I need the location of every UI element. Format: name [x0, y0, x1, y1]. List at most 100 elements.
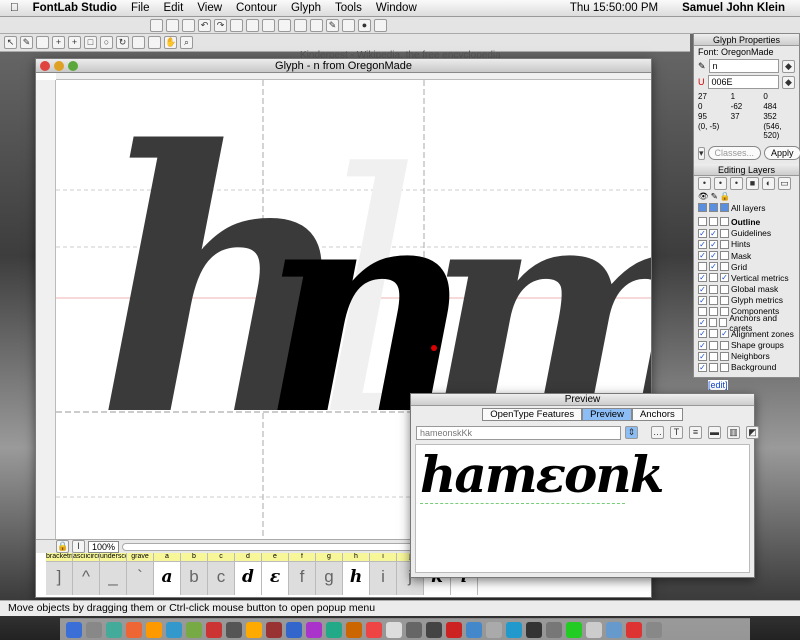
close-icon[interactable]: [40, 61, 50, 71]
arrow-tool-icon[interactable]: ↖: [4, 36, 17, 49]
clock[interactable]: Thu 15:50:00 PM: [563, 2, 665, 14]
layer-checkbox[interactable]: [709, 217, 718, 227]
layer-checkbox[interactable]: [709, 351, 718, 361]
glyph-window-titlebar[interactable]: Glyph - n from OregonMade: [36, 59, 651, 73]
layer-checkbox[interactable]: ✓: [709, 228, 718, 238]
glyph-cell[interactable]: bracketright]: [46, 553, 73, 595]
eraser-tool-icon[interactable]: [36, 36, 49, 49]
menu-tools[interactable]: Tools: [328, 2, 369, 14]
open-icon[interactable]: [166, 18, 179, 32]
columns-icon[interactable]: ▥: [727, 426, 740, 439]
glyph-cell[interactable]: eε: [262, 553, 289, 595]
layer-tool-icon[interactable]: •: [730, 177, 743, 190]
all-edit-toggle[interactable]: [709, 203, 718, 213]
layer-checkbox[interactable]: ✓: [720, 273, 729, 283]
menu-contour[interactable]: Contour: [229, 2, 284, 14]
layer-checkbox[interactable]: ✓: [698, 295, 707, 305]
layer-checkbox[interactable]: ✓: [698, 284, 707, 294]
dock-app-icon[interactable]: [66, 621, 82, 638]
layer-checkbox[interactable]: ✓: [698, 273, 707, 283]
dropdown-icon[interactable]: ▾: [698, 146, 705, 160]
layer-checkbox[interactable]: [720, 239, 729, 249]
circle-icon[interactable]: ●: [358, 18, 371, 32]
list-icon[interactable]: ≡: [689, 426, 702, 439]
tab-opentype-features[interactable]: OpenType Features: [482, 408, 583, 421]
node-tool-icon[interactable]: +: [52, 36, 65, 49]
dock-app-icon[interactable]: [546, 621, 562, 638]
layer-checkbox[interactable]: [709, 362, 718, 372]
dock-app-icon[interactable]: [586, 621, 602, 638]
apple-icon[interactable]: : [0, 2, 26, 14]
layer-checkbox[interactable]: [698, 217, 707, 227]
glyph-cell[interactable]: underscore_: [100, 553, 127, 595]
layer-checkbox[interactable]: [709, 306, 718, 316]
dock-app-icon[interactable]: [206, 621, 222, 638]
user-menu[interactable]: Samuel John Klein: [675, 2, 792, 14]
glyph-cell[interactable]: hh: [343, 553, 370, 595]
layer-fill-icon[interactable]: ■: [746, 177, 759, 190]
layer-checkbox[interactable]: [720, 217, 729, 227]
apply-unicode-icon[interactable]: ◆: [782, 75, 795, 89]
metrics-icon[interactable]: ▬: [708, 426, 721, 439]
glyph-name-input[interactable]: n: [708, 59, 779, 73]
dock-app-icon[interactable]: [646, 621, 662, 638]
pen-icon[interactable]: ✎: [326, 18, 339, 32]
layer-checkbox[interactable]: [708, 318, 717, 328]
layer-checkbox[interactable]: [709, 284, 718, 294]
dock-app-icon[interactable]: [146, 621, 162, 638]
glyph-cell[interactable]: bb: [181, 553, 208, 595]
layer-tool-icon[interactable]: •: [714, 177, 727, 190]
layer-checkbox[interactable]: [720, 284, 729, 294]
ellipse-tool-icon[interactable]: ○: [100, 36, 113, 49]
edit-link[interactable]: [edit]: [708, 380, 728, 390]
dock-app-icon[interactable]: [166, 621, 182, 638]
view-icon[interactable]: [262, 18, 275, 32]
ruler-vertical[interactable]: [36, 80, 56, 539]
apply-name-icon[interactable]: ◆: [782, 59, 795, 73]
glyph-cell[interactable]: dd: [235, 553, 262, 595]
layer-checkbox[interactable]: ✓: [709, 251, 718, 261]
node-tool-icon[interactable]: +: [68, 36, 81, 49]
glyph-cell[interactable]: asciicircum^: [73, 553, 100, 595]
knife-icon[interactable]: [342, 18, 355, 32]
zoom-select[interactable]: 100%: [88, 540, 120, 553]
layer-checkbox[interactable]: ✓: [709, 262, 718, 272]
invert-icon[interactable]: ◩: [746, 426, 759, 439]
layer-checkbox[interactable]: ✓: [698, 340, 707, 350]
layer-checkbox[interactable]: ✓: [698, 362, 707, 372]
glyph-cell[interactable]: ff: [289, 553, 316, 595]
dock-app-icon[interactable]: [406, 621, 422, 638]
view-icon[interactable]: [294, 18, 307, 32]
dock-app-icon[interactable]: [346, 621, 362, 638]
redo-icon[interactable]: ↷: [214, 18, 227, 32]
view-icon[interactable]: [230, 18, 243, 32]
tab-preview[interactable]: Preview: [582, 408, 632, 421]
layer-checkbox[interactable]: ✓: [698, 351, 707, 361]
dock-app-icon[interactable]: [286, 621, 302, 638]
new-icon[interactable]: [150, 18, 163, 32]
layer-checkbox[interactable]: ✓: [698, 251, 707, 261]
unicode-input[interactable]: 006E: [707, 75, 779, 89]
layer-checkbox[interactable]: ✓: [698, 228, 707, 238]
all-visible-toggle[interactable]: [698, 203, 707, 213]
layer-checkbox[interactable]: ✓: [698, 239, 707, 249]
layer-checkbox[interactable]: [709, 295, 718, 305]
layer-checkbox[interactable]: [718, 318, 728, 328]
layer-checkbox[interactable]: ✓: [698, 318, 707, 328]
dock-app-icon[interactable]: [126, 621, 142, 638]
dock-app-icon[interactable]: [326, 621, 342, 638]
layer-checkbox[interactable]: [720, 306, 729, 316]
dock-app-icon[interactable]: [566, 621, 582, 638]
layer-checkbox[interactable]: ✓: [698, 329, 707, 339]
layer-checkbox[interactable]: ✓: [709, 239, 718, 249]
dock-app-icon[interactable]: [466, 621, 482, 638]
rect-icon[interactable]: [374, 18, 387, 32]
more-icon[interactable]: …: [651, 426, 664, 439]
layer-checkbox[interactable]: [709, 329, 718, 339]
dock-app-icon[interactable]: [426, 621, 442, 638]
glyph-cell[interactable]: grave `: [127, 553, 154, 595]
menu-file[interactable]: File: [124, 2, 157, 14]
glyph-cell[interactable]: cc: [208, 553, 235, 595]
dock-app-icon[interactable]: [186, 621, 202, 638]
minimize-icon[interactable]: [54, 61, 64, 71]
